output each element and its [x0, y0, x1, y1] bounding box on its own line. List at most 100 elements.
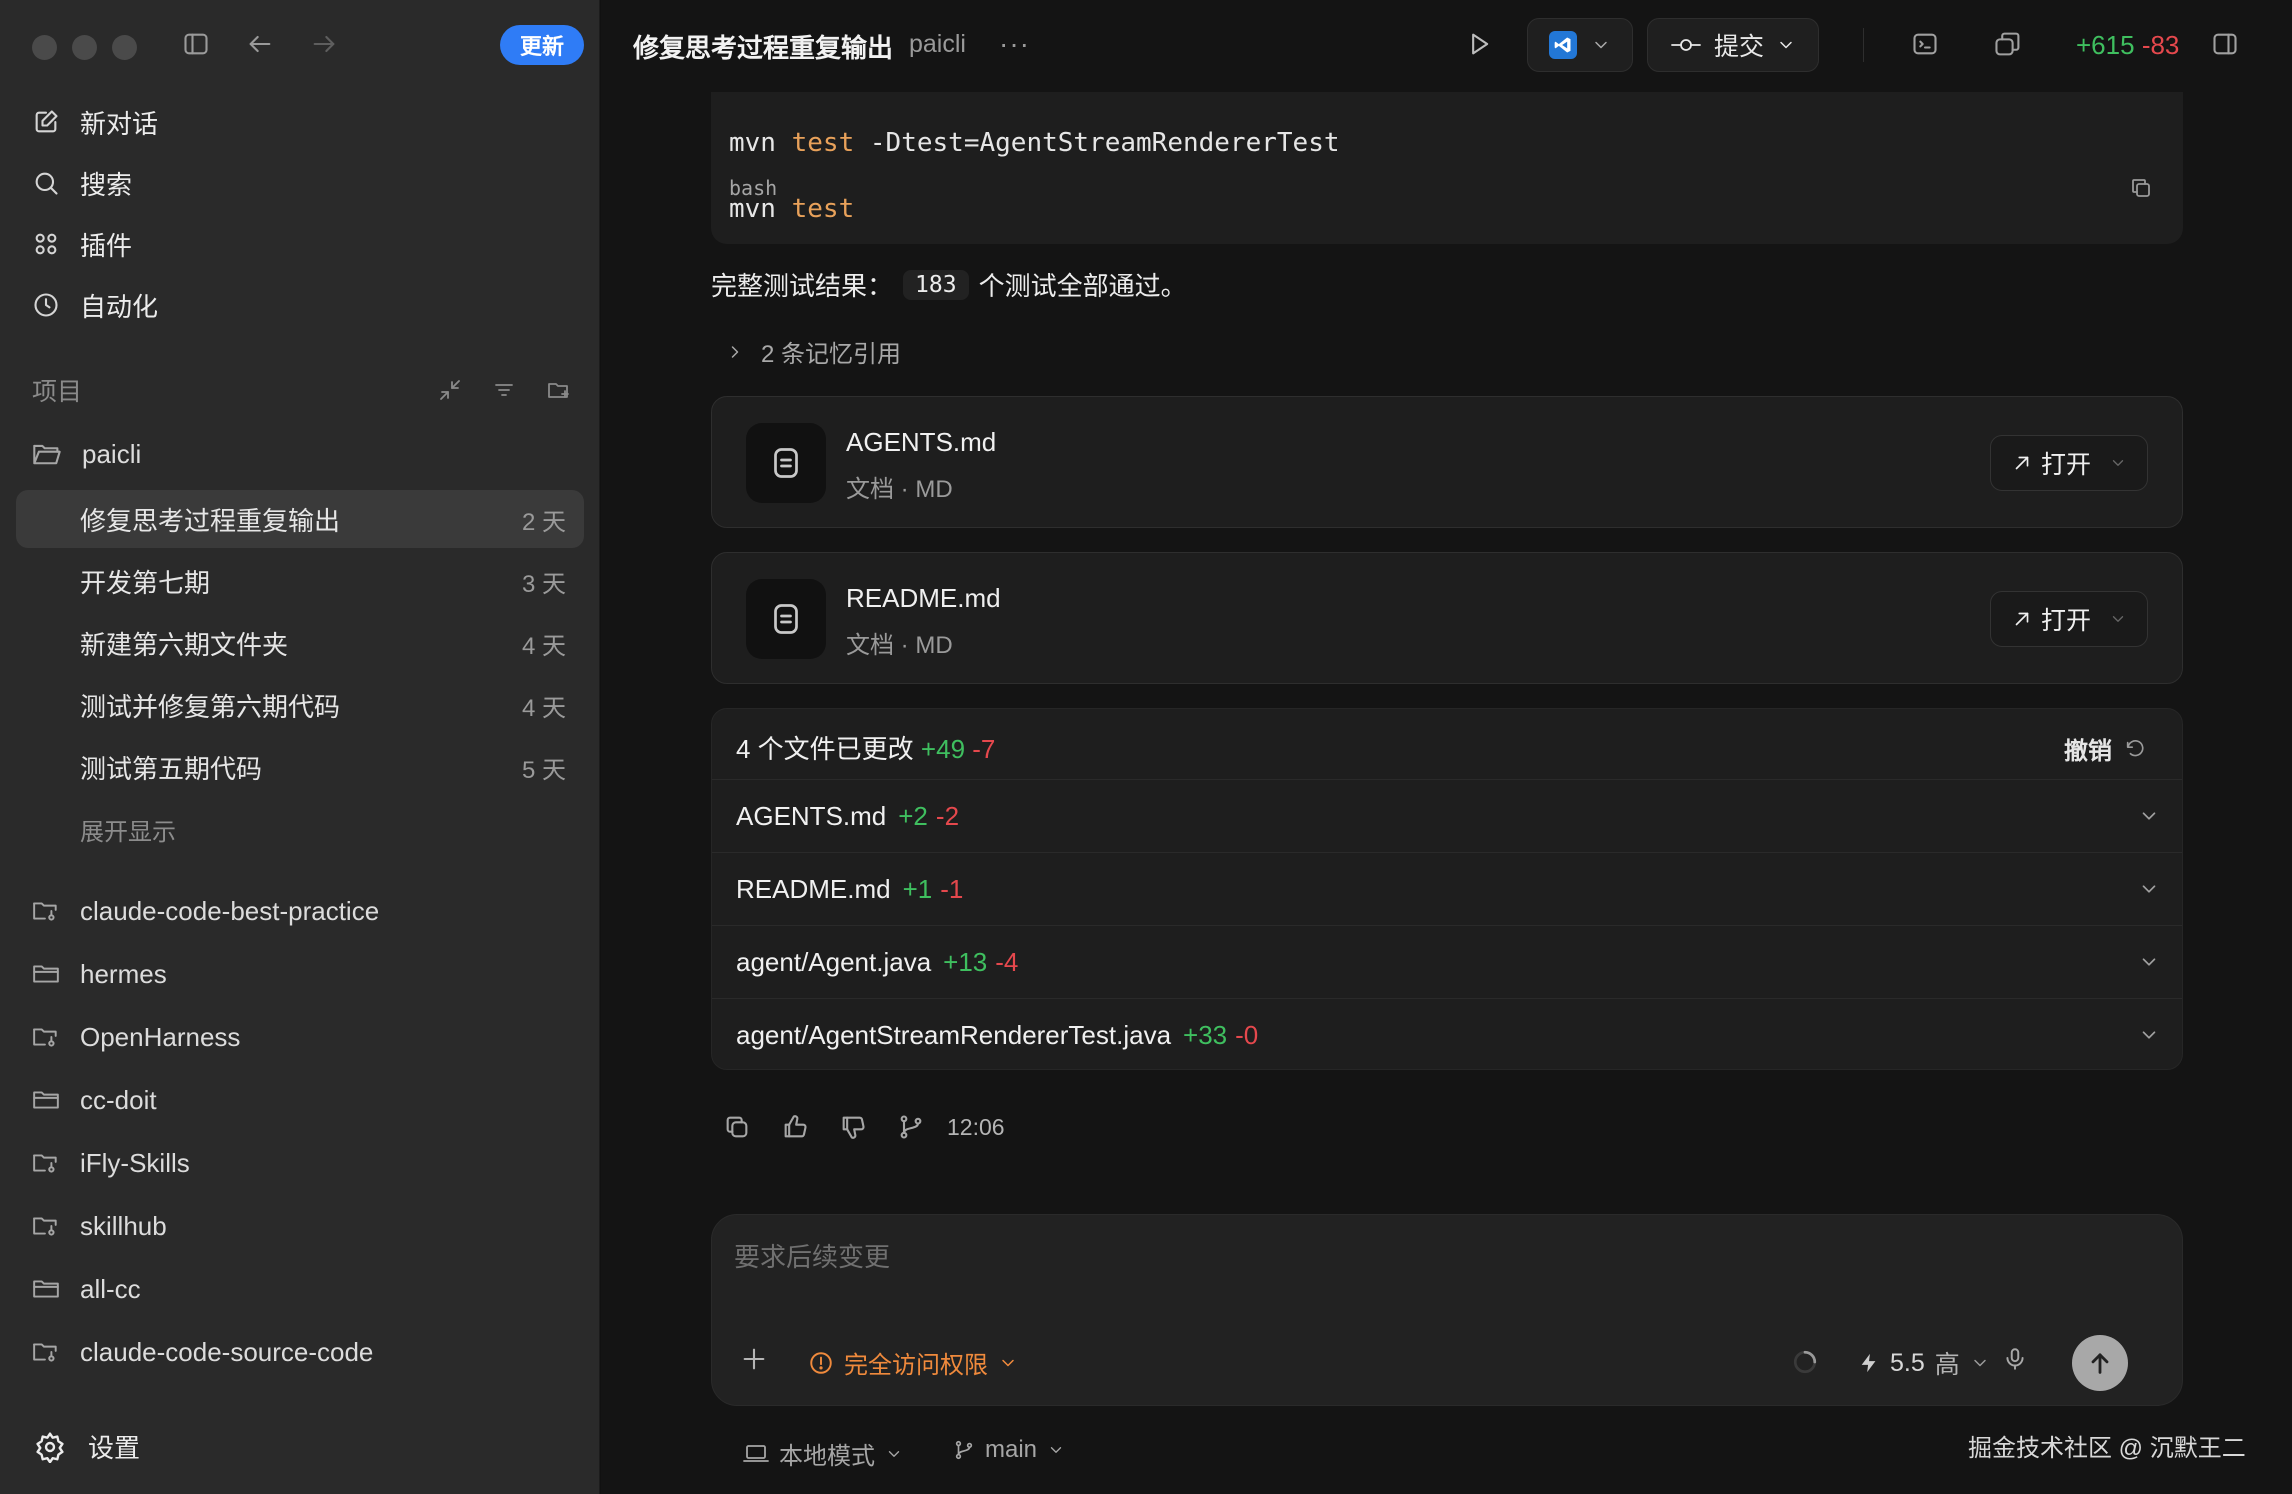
thread-item[interactable]: 新建第六期文件夹 4 天: [16, 614, 584, 672]
changed-file-row[interactable]: AGENTS.md +2 -2: [712, 779, 2182, 852]
local-mode-selector[interactable]: 本地模式: [743, 1436, 903, 1471]
copy-icon[interactable]: [2129, 176, 2153, 200]
send-button[interactable]: [2072, 1335, 2128, 1391]
forward-arrow-icon[interactable]: [310, 30, 338, 58]
thumbs-down-icon[interactable]: [839, 1113, 867, 1141]
run-icon[interactable]: [1465, 30, 1493, 58]
chevron-down-icon[interactable]: [2138, 951, 2160, 973]
changed-file-row[interactable]: agent/Agent.java +13 -4: [712, 925, 2182, 998]
sidebar-toggle-icon[interactable]: [182, 30, 210, 58]
copy-icon[interactable]: [723, 1113, 751, 1141]
project-item[interactable]: claude-code-source-code: [32, 1332, 373, 1372]
local-mode-label: 本地模式: [779, 1443, 875, 1470]
window-minimize-button[interactable]: [72, 35, 97, 60]
new-folder-icon[interactable]: [546, 378, 572, 402]
expand-threads-link[interactable]: 展开显示: [80, 812, 176, 847]
memory-references-toggle[interactable]: 2 条记忆引用: [725, 334, 901, 369]
result-count: 183: [903, 269, 969, 300]
chevron-down-icon[interactable]: [2138, 878, 2160, 900]
windows-icon[interactable]: [1993, 30, 2023, 58]
project-item[interactable]: skillhub: [32, 1206, 167, 1246]
plugins-icon: [32, 230, 60, 258]
undo-label: 撤销: [2064, 738, 2112, 765]
nav-plugins[interactable]: 插件: [32, 222, 132, 266]
chat-project-name: paicli: [909, 30, 966, 58]
project-item[interactable]: hermes: [32, 954, 167, 994]
code-token: -Dtest=AgentStreamRendererTest: [869, 128, 1340, 158]
window-close-button[interactable]: [32, 35, 57, 60]
open-in-editor-button[interactable]: [1527, 18, 1633, 72]
project-item[interactable]: cc-doit: [32, 1080, 157, 1120]
add-attachment-button[interactable]: [740, 1345, 768, 1373]
thread-title: 新建第六期文件夹: [80, 629, 289, 660]
changed-file-name: README.md: [736, 873, 891, 904]
diff-plus: +13: [943, 946, 988, 977]
commit-button[interactable]: 提交: [1647, 18, 1819, 72]
changed-files-header: 4 个文件已更改 +49 -7: [736, 729, 995, 766]
project-paicli[interactable]: paicli: [32, 434, 141, 474]
thread-item[interactable]: 测试并修复第六期代码 4 天: [16, 676, 584, 734]
project-item[interactable]: claude-code-best-practice: [32, 891, 379, 931]
branch-icon[interactable]: [897, 1113, 925, 1141]
right-panel-toggle-icon[interactable]: [2211, 30, 2239, 58]
composer: 完全访问权限 5.5 高: [711, 1214, 2183, 1406]
thread-item[interactable]: 修复思考过程重复输出 2 天: [16, 490, 584, 548]
project-name: cc-doit: [80, 1084, 157, 1115]
code-block: mvn test -Dtest=AgentStreamRendererTest …: [711, 92, 2183, 244]
chevron-down-icon[interactable]: [2138, 1024, 2160, 1046]
microphone-icon[interactable]: [2002, 1345, 2028, 1373]
terminal-icon[interactable]: [1911, 30, 1939, 58]
changed-file-name: agent/Agent.java: [736, 946, 932, 977]
open-file-button[interactable]: 打开: [1990, 591, 2148, 647]
context-usage-icon[interactable]: [1792, 1349, 1818, 1375]
warning-icon: [808, 1350, 834, 1376]
diff-minus: -83: [2141, 30, 2180, 60]
project-name: paicli: [82, 438, 142, 469]
model-selector[interactable]: 5.5 高: [1858, 1345, 1990, 1381]
diff-plus: +49: [920, 734, 966, 764]
chevron-down-icon: [2109, 454, 2127, 472]
nav-new-chat[interactable]: 新对话: [32, 100, 158, 144]
chevron-down-icon: [2109, 610, 2127, 628]
project-item[interactable]: all-cc: [32, 1269, 141, 1309]
back-arrow-icon[interactable]: [246, 30, 274, 58]
project-item[interactable]: iFly-Skills: [32, 1143, 190, 1183]
open-file-button[interactable]: 打开: [1990, 435, 2148, 491]
file-name: AGENTS.md: [846, 427, 997, 457]
thread-item[interactable]: 测试第五期代码 5 天: [16, 738, 584, 796]
thumbs-up-icon[interactable]: [781, 1113, 809, 1141]
more-options-icon[interactable]: ···: [999, 28, 1030, 60]
nav-search[interactable]: 搜索: [32, 161, 132, 205]
nav-automation[interactable]: 自动化: [32, 283, 158, 327]
settings-button[interactable]: 设置: [34, 1428, 140, 1465]
access-label: 完全访问权限: [844, 1352, 988, 1379]
divider: [1863, 28, 1864, 62]
filter-icon[interactable]: [492, 378, 516, 402]
branch-selector[interactable]: main: [953, 1436, 1065, 1464]
project-name: claude-code-best-practice: [80, 895, 380, 926]
thread-age: 5 天: [521, 756, 566, 784]
code-keyword: test: [791, 128, 855, 158]
laptop-icon: [743, 1443, 769, 1465]
diff-stat[interactable]: +615 -83: [2076, 30, 2179, 61]
file-card-readme[interactable]: README.md 文档 · MD 打开: [711, 552, 2183, 684]
chevron-down-icon: [1970, 1353, 1990, 1373]
update-button[interactable]: 更新: [500, 25, 584, 65]
thread-title: 修复思考过程重复输出: [80, 505, 341, 536]
chevron-down-icon: [885, 1445, 903, 1463]
access-permission-button[interactable]: 完全访问权限: [808, 1345, 1018, 1380]
project-name: skillhub: [80, 1210, 167, 1241]
undo-button[interactable]: 撤销: [2064, 731, 2146, 766]
thread-item[interactable]: 开发第七期 3 天: [16, 552, 584, 610]
window-zoom-button[interactable]: [112, 35, 137, 60]
followup-input[interactable]: [734, 1237, 2154, 1277]
chevron-down-icon[interactable]: [2138, 805, 2160, 827]
message-actions: 12:06: [723, 1113, 1005, 1141]
changed-file-row[interactable]: agent/AgentStreamRendererTest.java +33 -0: [712, 998, 2182, 1069]
project-item[interactable]: OpenHarness: [32, 1017, 240, 1057]
code-line: mvn test -Dtest=AgentStreamRendererTest: [729, 128, 1340, 158]
changed-file-row[interactable]: README.md +1 -1: [712, 852, 2182, 925]
collapse-icon[interactable]: [438, 378, 462, 402]
file-card-agents[interactable]: AGENTS.md 文档 · MD 打开: [711, 396, 2183, 528]
branch-label: main: [985, 1436, 1038, 1463]
